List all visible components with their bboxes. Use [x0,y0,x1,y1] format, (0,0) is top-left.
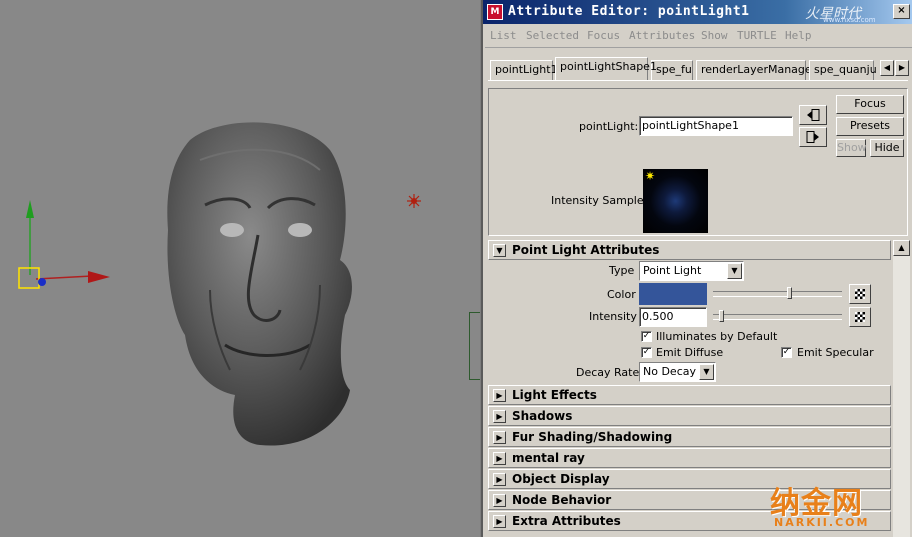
z-axis-handle-icon [38,278,46,286]
tab-pointlight1[interactable]: pointLight1 [490,60,558,80]
node-header: pointLight: pointLightShape1 Focus Prese… [488,88,908,236]
node-name-field[interactable]: pointLightShape1 [639,116,793,136]
section-shadows[interactable]: ▶ Shadows [488,406,891,426]
section-fur-shading[interactable]: ▶ Fur Shading/Shadowing [488,427,891,447]
intensity-label: Intensity [589,310,637,323]
input-connection-button[interactable] [799,105,827,125]
illuminates-by-default-checkbox[interactable]: ✓ [641,331,652,342]
tab-spe-quanju[interactable]: spe_quanju [809,60,877,80]
x-axis-arrow-icon [88,271,110,283]
3d-viewport[interactable] [0,0,480,537]
hide-button[interactable]: Hide [870,139,904,157]
checker-map-icon [855,312,865,322]
menu-focus[interactable]: Focus [587,29,620,42]
tab-scroll-right-button[interactable]: ▶ [895,60,909,76]
expand-arrow-icon[interactable]: ▶ [493,410,506,423]
head-model[interactable] [150,120,370,450]
menu-help[interactable]: Help [785,29,812,42]
tab-renderlayermanager[interactable]: renderLayerManager [696,60,816,80]
presets-button[interactable]: Presets [836,117,904,136]
watermark-logo-bottom: 纳金网 NARKII.COM [770,486,870,529]
section-mental-ray[interactable]: ▶ mental ray [488,448,891,468]
arrow-out-icon [806,131,819,143]
light-star-icon: ✷ [645,169,656,183]
center-handle-icon [18,267,40,289]
focus-button[interactable]: Focus [836,95,904,114]
tab-panel-divider [488,80,908,81]
menu-selected[interactable]: Selected [526,29,579,42]
expand-arrow-icon[interactable]: ▶ [493,515,506,528]
tab-spe-fu[interactable]: spe_fu [651,60,693,80]
checker-map-icon [855,289,865,299]
chevron-down-icon: ▼ [727,263,742,279]
intensity-sample-label: Intensity Sample [551,194,644,207]
menu-attributes[interactable]: Attributes [629,29,695,42]
color-map-button[interactable] [849,284,871,304]
intensity-field[interactable]: 0.500 [639,307,707,327]
type-dropdown[interactable]: Point Light ▼ [639,261,744,281]
intensity-sample-swatch: ✷ [643,169,708,233]
close-button[interactable]: × [893,4,910,19]
section-light-effects[interactable]: ▶ Light Effects [488,385,891,405]
color-slider[interactable] [713,287,842,299]
section-point-light-attributes[interactable]: ▼ Point Light Attributes [488,240,891,260]
color-swatch[interactable] [639,283,707,305]
decay-rate-label: Decay Rate [576,366,640,379]
menu-show[interactable]: Show [701,29,728,42]
menu-bar: List Selected Focus Attributes Show TURT… [483,26,912,46]
emit-specular-checkbox[interactable]: ✓ [781,347,792,358]
window-title: Attribute Editor: pointLight1 [508,4,750,19]
y-axis-arrow-icon [26,200,34,218]
color-label: Color [607,288,636,301]
expand-arrow-icon[interactable]: ▶ [493,494,506,507]
menu-divider [485,47,912,48]
menu-turtle[interactable]: TURTLE [737,29,777,42]
intensity-slider[interactable] [713,310,842,322]
node-name-label: pointLight: [579,120,639,133]
node-tab-bar: pointLight1 pointLightShape1 spe_fu rend… [488,56,909,80]
arrow-in-icon [807,109,820,121]
emit-specular-label: Emit Specular [797,346,874,359]
decay-rate-dropdown[interactable]: No Decay ▼ [639,362,716,382]
title-bar[interactable]: M Attribute Editor: pointLight1 火星时代 www… [483,0,912,24]
chevron-down-icon: ▼ [699,364,714,380]
point-light-attributes-body: Type Point Light ▼ Color Intensity 0.500… [488,260,891,383]
expand-arrow-icon[interactable]: ▶ [493,473,506,486]
maya-app-icon: M [487,4,503,20]
scroll-up-icon[interactable]: ▲ [893,240,910,256]
intensity-slider-handle[interactable] [719,310,724,322]
point-light-icon [407,194,421,208]
collapse-arrow-icon[interactable]: ▼ [493,244,506,257]
tab-pointlightshape1[interactable]: pointLightShape1 [555,57,657,80]
viewport-frame-edge [469,312,480,380]
emit-diffuse-checkbox[interactable]: ✓ [641,347,652,358]
expand-arrow-icon[interactable]: ▶ [493,431,506,444]
attribute-editor-window: M Attribute Editor: pointLight1 火星时代 www… [481,0,912,537]
watermark-url-top: www.hxsd.com [823,16,876,24]
intensity-map-button[interactable] [849,307,871,327]
tab-scroll-left-button[interactable]: ◀ [880,60,894,76]
type-label: Type [609,264,635,277]
output-connection-button[interactable] [799,127,827,147]
illuminates-by-default-label: Illuminates by Default [656,330,778,343]
show-button[interactable]: Show [836,139,867,157]
color-slider-handle[interactable] [787,287,792,299]
expand-arrow-icon[interactable]: ▶ [493,452,506,465]
menu-list[interactable]: List [490,29,517,42]
emit-diffuse-label: Emit Diffuse [656,346,724,359]
expand-arrow-icon[interactable]: ▶ [493,389,506,402]
